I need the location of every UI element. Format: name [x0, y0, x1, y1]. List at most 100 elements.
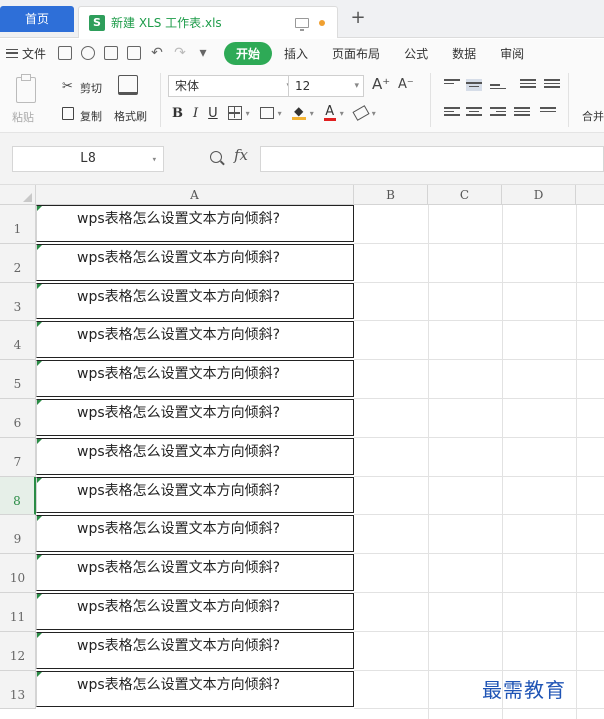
text-format-marker-icon — [37, 283, 42, 289]
row-gridline — [354, 436, 604, 438]
row-gridline — [354, 553, 604, 555]
copy-button-label[interactable]: 复制 — [80, 108, 102, 124]
chevron-down-icon[interactable]: ▾ — [310, 109, 314, 118]
bold-button[interactable]: B — [172, 106, 183, 121]
font-size-value: 12 — [295, 79, 311, 93]
cell-text: wps表格怎么设置文本方向倾斜? — [77, 327, 281, 344]
font-size-select[interactable]: 12 ▾ — [288, 75, 364, 97]
font-color-icon[interactable]: A — [323, 105, 336, 121]
print-preview-icon[interactable] — [127, 46, 142, 60]
cell-style-icon[interactable] — [259, 107, 274, 119]
tab-formulas[interactable]: 公式 — [392, 45, 440, 62]
align-center-icon[interactable] — [466, 107, 482, 119]
formula-input[interactable] — [260, 146, 604, 172]
row-header[interactable]: 6 — [0, 399, 36, 438]
tab-home[interactable]: 首页 — [0, 6, 74, 32]
border-icon[interactable] — [227, 106, 242, 120]
paste-icon[interactable] — [16, 74, 36, 103]
undo-icon[interactable]: ↶ — [150, 46, 164, 60]
row-header[interactable]: 13 — [0, 670, 36, 710]
row-header[interactable]: 3 — [0, 282, 36, 322]
align-right-icon[interactable] — [490, 107, 506, 119]
cell-a[interactable]: wps表格怎么设置文本方向倾斜? — [36, 476, 354, 514]
cut-button-label[interactable]: 剪切 — [80, 80, 102, 96]
justify-icon[interactable] — [514, 107, 530, 119]
eraser-icon[interactable] — [352, 105, 370, 121]
column-header-d[interactable]: D — [502, 185, 576, 205]
cell-a[interactable]: wps表格怎么设置文本方向倾斜? — [36, 321, 354, 359]
align-top-icon[interactable] — [444, 79, 460, 91]
fx-icon[interactable]: fx — [234, 146, 248, 164]
cell-a[interactable]: wps表格怎么设置文本方向倾斜? — [36, 205, 354, 242]
tab-data[interactable]: 数据 — [440, 45, 488, 62]
column-header-a[interactable]: A — [36, 185, 354, 205]
tab-file[interactable]: S 新建 XLS 工作表.xls — [78, 6, 338, 38]
font-name-select[interactable]: 宋体 ▾ — [168, 75, 296, 97]
scissors-icon[interactable]: ✂ — [62, 79, 73, 94]
shrink-font-icon[interactable]: A⁻ — [398, 77, 414, 92]
row-header[interactable]: 8 — [0, 476, 36, 516]
row-header[interactable]: 1 — [0, 205, 36, 244]
chevron-down-icon[interactable]: ▾ — [246, 109, 250, 118]
file-menu[interactable]: 文件 — [6, 45, 46, 62]
monitor-icon[interactable] — [295, 17, 309, 31]
row-gridline — [354, 669, 604, 671]
chevron-down-icon[interactable]: ▾ — [196, 46, 210, 60]
align-middle-icon[interactable] — [466, 79, 482, 91]
tab-review[interactable]: 审阅 — [488, 45, 536, 62]
cell-a[interactable]: wps表格怎么设置文本方向倾斜? — [36, 282, 354, 320]
row-header[interactable]: 4 — [0, 321, 36, 361]
align-left-icon[interactable] — [444, 107, 460, 119]
indent-decrease-icon[interactable] — [520, 79, 536, 91]
underline-button[interactable]: U — [208, 106, 218, 121]
fill-color-icon[interactable]: ◆ — [291, 105, 306, 120]
distribute-icon[interactable] — [540, 107, 556, 119]
tab-page-layout[interactable]: 页面布局 — [320, 45, 392, 62]
row-header[interactable]: 7 — [0, 437, 36, 477]
cell-a[interactable]: wps表格怎么设置文本方向倾斜? — [36, 243, 354, 281]
zoom-icon[interactable] — [210, 151, 222, 163]
name-box[interactable]: L8 ▾ — [12, 146, 164, 172]
tab-start[interactable]: 开始 — [224, 41, 273, 65]
column-header-b[interactable]: B — [354, 185, 428, 205]
format-painter-label[interactable]: 格式刷 — [114, 108, 147, 124]
tab-insert[interactable]: 插入 — [272, 45, 320, 62]
align-bottom-icon[interactable] — [490, 79, 506, 91]
text-format-marker-icon — [37, 594, 42, 599]
cell-a[interactable]: wps表格怎么设置文本方向倾斜? — [36, 593, 354, 630]
cell-a[interactable]: wps表格怎么设置文本方向倾斜? — [36, 399, 354, 436]
column-header-c[interactable]: C — [428, 185, 502, 205]
new-tab-button[interactable]: + — [348, 8, 368, 28]
indent-increase-icon[interactable] — [544, 79, 560, 91]
row-header[interactable]: 11 — [0, 593, 36, 632]
cell-a[interactable]: wps表格怎么设置文本方向倾斜? — [36, 437, 354, 475]
row-header[interactable]: 5 — [0, 360, 36, 399]
select-all-corner[interactable] — [0, 185, 36, 205]
cell-a[interactable]: wps表格怎么设置文本方向倾斜? — [36, 554, 354, 591]
cell-a[interactable]: wps表格怎么设置文本方向倾斜? — [36, 515, 354, 553]
grow-font-icon[interactable]: A⁺ — [372, 75, 390, 93]
cell-a[interactable]: wps表格怎么设置文本方向倾斜? — [36, 670, 354, 708]
cell-a[interactable]: wps表格怎么设置文本方向倾斜? — [36, 631, 354, 669]
row-header[interactable]: 2 — [0, 243, 36, 283]
share-icon[interactable] — [81, 46, 96, 60]
row-gridline — [354, 320, 604, 322]
merge-center-label[interactable]: 合并 — [582, 108, 604, 124]
print-icon[interactable] — [104, 46, 119, 60]
cell-a[interactable]: wps表格怎么设置文本方向倾斜? — [36, 360, 354, 397]
cell-text: wps表格怎么设置文本方向倾斜? — [77, 443, 281, 460]
chevron-down-icon[interactable]: ▾ — [340, 109, 344, 118]
paste-button-label[interactable]: 粘贴 — [12, 109, 34, 125]
row-header[interactable]: 10 — [0, 554, 36, 593]
spreadsheet-grid: A B C D 1 wps表格怎么设置文本方向倾斜? 2 wps表格怎么设置文本方向倾… — [0, 185, 604, 719]
save-icon[interactable] — [58, 46, 73, 60]
format-painter-icon[interactable] — [118, 75, 138, 95]
chevron-down-icon[interactable]: ▾ — [278, 109, 282, 118]
copy-icon[interactable] — [62, 107, 74, 120]
italic-button[interactable]: I — [193, 106, 198, 121]
row-header[interactable]: 12 — [0, 631, 36, 671]
chevron-down-icon[interactable]: ▾ — [372, 109, 376, 118]
redo-icon[interactable]: ↷ — [173, 46, 187, 60]
formula-bar: L8 ▾ fx — [0, 133, 604, 185]
row-header[interactable]: 9 — [0, 515, 36, 555]
